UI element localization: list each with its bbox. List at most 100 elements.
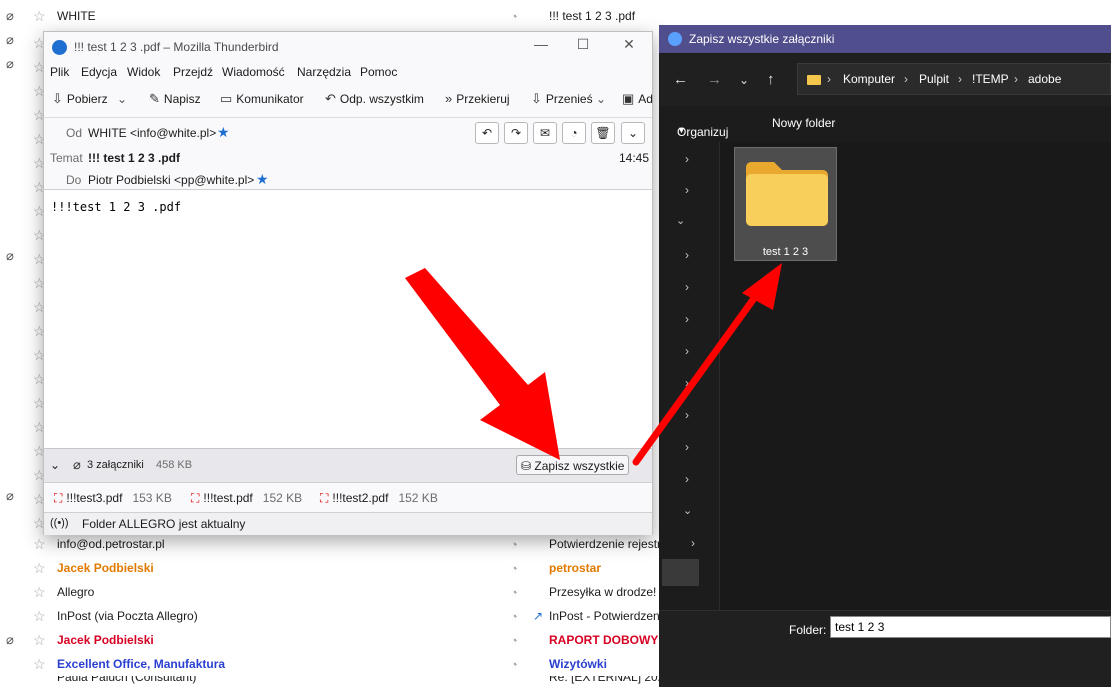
chevron-right-icon[interactable]: ›	[685, 472, 689, 486]
forward-button[interactable]: » Przekieruj	[445, 91, 510, 106]
menu-go[interactable]: Przejdź	[173, 65, 213, 79]
reply-icon: ↶	[481, 126, 493, 140]
sender: Jacek Podbielski	[57, 633, 154, 647]
thread-icon[interactable]: ◔	[510, 561, 518, 576]
reply-all-button[interactable]: ↶ Odp. wszystkim	[325, 91, 424, 107]
back-icon[interactable]: ←	[673, 71, 688, 88]
star-icon[interactable]: ☆	[33, 584, 46, 601]
get-label: Pobierz	[66, 92, 108, 106]
menu-edit[interactable]: Edycja	[81, 65, 117, 79]
star-icon[interactable]: ★	[217, 124, 230, 141]
breadcrumb-separator: ›	[958, 72, 962, 86]
chevron-right-icon[interactable]: ›	[685, 183, 689, 197]
chevron-right-icon[interactable]: ›	[685, 248, 689, 262]
menu-help[interactable]: Pomoc	[360, 65, 397, 79]
window-title: !!! test 1 2 3 .pdf – Mozilla Thunderbir…	[74, 40, 279, 54]
chevron-right-icon[interactable]: ›	[685, 408, 689, 422]
star-icon[interactable]: ☆	[33, 632, 46, 649]
sender: Allegro	[57, 585, 95, 599]
chevron-down-icon[interactable]: ⌄	[50, 458, 60, 472]
archive-icon: ✉	[539, 126, 551, 140]
chevron-down-icon[interactable]: ⌄	[117, 92, 127, 106]
chevron-right-icon[interactable]: ›	[685, 376, 689, 390]
attachment-item[interactable]: ⛶ !!!test3.pdf 153 KB	[54, 491, 172, 506]
chevron-down-icon[interactable]: ⌄	[676, 214, 685, 227]
star-icon[interactable]: ★	[256, 171, 269, 188]
chevron-right-icon[interactable]: ›	[685, 312, 689, 326]
online-status-icon[interactable]: ((•))	[50, 517, 69, 529]
download-icon: ⇩	[52, 91, 63, 106]
attachment-item[interactable]: ⛶ !!!test.pdf 152 KB	[191, 491, 302, 506]
forward-icon[interactable]: →	[707, 71, 722, 88]
message-body[interactable]: !!!test 1 2 3 .pdf	[44, 189, 652, 448]
folder-content[interactable]: test 1 2 3	[719, 142, 1111, 610]
up-icon[interactable]: ↑	[767, 71, 775, 88]
folder-tile[interactable]: test 1 2 3	[734, 147, 837, 261]
thread-icon[interactable]: ◔	[510, 9, 518, 24]
thread-icon[interactable]: ◔	[510, 537, 518, 552]
selected-tree-item[interactable]	[662, 559, 699, 586]
to-value[interactable]: Piotr Podbielski <pp@white.pl>	[88, 173, 254, 187]
menu-file[interactable]: Plik	[50, 65, 69, 79]
new-folder-button[interactable]: Nowy folder	[772, 116, 835, 130]
message-text: !!!test 1 2 3 .pdf	[51, 200, 182, 214]
trash-icon: 🗑	[595, 126, 611, 140]
breadcrumb-item[interactable]: !TEMP	[972, 72, 1009, 86]
chevron-right-icon[interactable]: ›	[691, 536, 695, 550]
attachment-bar: ⌄ ⌀ 3 załączniki 458 KB ⛁ Zapisz wszystk…	[44, 448, 652, 482]
star-icon[interactable]: ☆	[33, 656, 46, 673]
get-messages-button[interactable]: ⇩ Pobierz ⌄	[52, 91, 127, 107]
star-icon[interactable]: ☆	[33, 536, 46, 553]
folder-input[interactable]: test 1 2 3	[830, 616, 1111, 638]
close-icon[interactable]: ✕	[617, 36, 641, 53]
save-all-button[interactable]: ⛁ Zapisz wszystkie	[516, 455, 629, 475]
dialog-titlebar[interactable]: Zapisz wszystkie załączniki	[659, 25, 1111, 53]
attachment-icon: ⌀	[6, 248, 14, 263]
chevron-down-icon[interactable]: ⌄	[739, 73, 749, 87]
forward-button[interactable]: ↷	[504, 122, 528, 144]
window-titlebar[interactable]: !!! test 1 2 3 .pdf – Mozilla Thunderbir…	[44, 32, 652, 61]
chevron-down-icon[interactable]: ⌄	[683, 504, 692, 517]
breadcrumb-item[interactable]: Pulpit	[919, 72, 949, 86]
address-book-button[interactable]: ▣ Ad	[622, 91, 653, 107]
thread-icon[interactable]: ◔	[510, 585, 518, 600]
chevron-down-icon[interactable]: ⌄	[596, 92, 606, 106]
chat-button[interactable]: ▭ Komunikator	[220, 91, 304, 107]
chevron-right-icon[interactable]: ›	[685, 440, 689, 454]
subject: Przesyłka w drodze! Z	[549, 585, 668, 599]
menu-message[interactable]: Wiadomość	[222, 65, 285, 79]
attachment-size: 152 KB	[398, 491, 438, 505]
minimize-icon[interactable]: —	[529, 36, 553, 52]
menu-view[interactable]: Widok	[127, 65, 160, 79]
navigation-row: ← → ⌄ ↑ › Komputer › Pulpit › !TEMP › ad…	[659, 54, 1111, 106]
reply-button[interactable]: ↶	[475, 122, 499, 144]
star-icon[interactable]: ☆	[33, 608, 46, 625]
junk-button[interactable]: ◔	[562, 122, 586, 144]
star-icon[interactable]: ☆	[33, 560, 46, 577]
flame-icon: ◔	[570, 126, 578, 140]
attachment-item[interactable]: ⛶ !!!test2.pdf 152 KB	[320, 491, 438, 506]
menu-tools[interactable]: Narzędzia	[297, 65, 351, 79]
navigation-pane[interactable]: › › ⌄ › › › › › › › › ⌄ ›	[659, 142, 719, 610]
breadcrumb-item[interactable]: Komputer	[843, 72, 895, 86]
reply-all-icon: ↶	[325, 91, 336, 106]
breadcrumb-item[interactable]: adobe	[1028, 72, 1061, 86]
to-label: Do	[66, 173, 82, 187]
chevron-right-icon[interactable]: ›	[685, 152, 689, 166]
star-icon[interactable]: ☆	[33, 8, 46, 25]
more-button[interactable]: ⌄	[621, 122, 645, 144]
move-button[interactable]: ⇩ Przenieś ⌄	[531, 91, 606, 107]
from-value[interactable]: WHITE <info@white.pl>	[88, 126, 216, 140]
thread-icon[interactable]: ◔	[510, 657, 518, 672]
chevron-right-icon[interactable]: ›	[685, 344, 689, 358]
thread-icon[interactable]: ◔	[510, 633, 518, 648]
maximize-icon[interactable]: ☐	[571, 36, 595, 53]
chevron-right-icon[interactable]: ›	[685, 280, 689, 294]
folder-input-value: test 1 2 3	[835, 620, 885, 634]
address-bar[interactable]: › Komputer › Pulpit › !TEMP › adobe	[797, 63, 1111, 95]
thread-icon[interactable]: ◔	[510, 609, 518, 624]
write-button[interactable]: ✎ Napisz	[149, 91, 201, 107]
pdf-icon: ⛶	[191, 491, 200, 505]
delete-button[interactable]: 🗑	[591, 122, 615, 144]
archive-button[interactable]: ✉	[533, 122, 557, 144]
